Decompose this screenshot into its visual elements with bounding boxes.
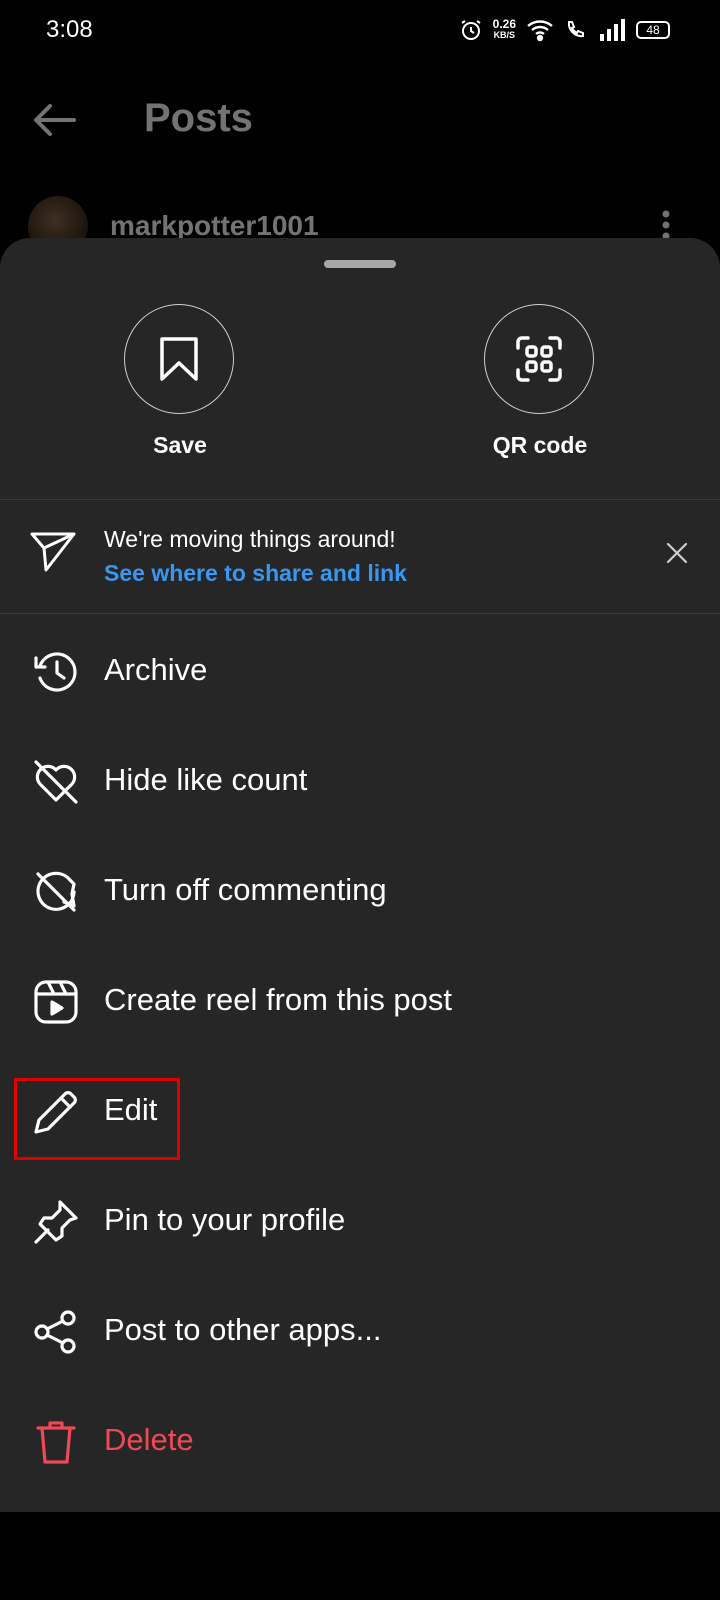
close-icon[interactable] [666,542,688,564]
archive-icon [34,652,77,692]
menu-label: Pin to your profile [104,1202,346,1237]
qr-code-label: QR code [492,432,588,458]
wifi-call-icon [567,21,584,38]
notice-text: We're moving things around! [104,526,396,552]
reel-icon [34,980,78,1024]
qr-code-button[interactable]: QR code [484,304,596,459]
comment-off-icon [36,871,76,912]
menu-item-turn-off-commenting[interactable]: Turn off commenting [0,838,720,950]
menu-label: Turn off commenting [104,872,387,907]
divider [0,613,720,614]
back-arrow-icon[interactable] [30,102,78,138]
status-bar: 3:08 0.26 KB/S 48 [0,0,720,64]
menu-item-post-to-other-apps[interactable]: Post to other apps... [0,1278,720,1390]
qr-code-circle[interactable] [484,304,594,414]
share-icon [34,1310,76,1354]
menu-label: Archive [104,652,208,687]
menu-item-pin[interactable]: Pin to your profile [0,1168,720,1280]
network-speed: 0.26 KB/S [492,17,516,40]
signal-icon [600,19,625,41]
page-title: Posts [144,96,253,140]
qr-code-icon [516,336,562,382]
menu-label: Post to other apps... [104,1312,382,1347]
menu-item-delete[interactable]: Delete [0,1388,720,1500]
save-circle[interactable] [124,304,234,414]
send-icon [30,532,76,572]
menu-item-create-reel[interactable]: Create reel from this post [0,948,720,1060]
menu-label-delete: Delete [104,1422,194,1457]
save-button[interactable]: Save [124,304,236,459]
hide-like-icon [34,760,78,804]
trash-icon [36,1421,76,1464]
top-bar: Posts [0,80,720,160]
share-notice: We're moving things around! See where to… [0,500,720,612]
battery-indicator: 48 [636,21,670,39]
menu-item-hide-like-count[interactable]: Hide like count [0,728,720,840]
pin-icon [34,1200,78,1244]
alarm-icon [461,20,481,40]
notice-link[interactable]: See where to share and link [104,560,407,587]
more-options-icon[interactable] [662,210,670,240]
sheet-drag-handle[interactable] [324,260,396,268]
menu-item-archive[interactable]: Archive [0,618,720,730]
options-sheet: Save QR code We're moving things around!… [0,238,720,1512]
status-icons: 0.26 KB/S 48 [459,18,670,42]
save-label: Save [153,432,207,458]
menu-label: Create reel from this post [104,982,453,1017]
status-time: 3:08 [46,16,93,43]
edit-highlight-box [14,1078,180,1160]
menu-label: Hide like count [104,762,308,797]
bookmark-icon [160,337,198,381]
wifi-icon [527,20,553,42]
